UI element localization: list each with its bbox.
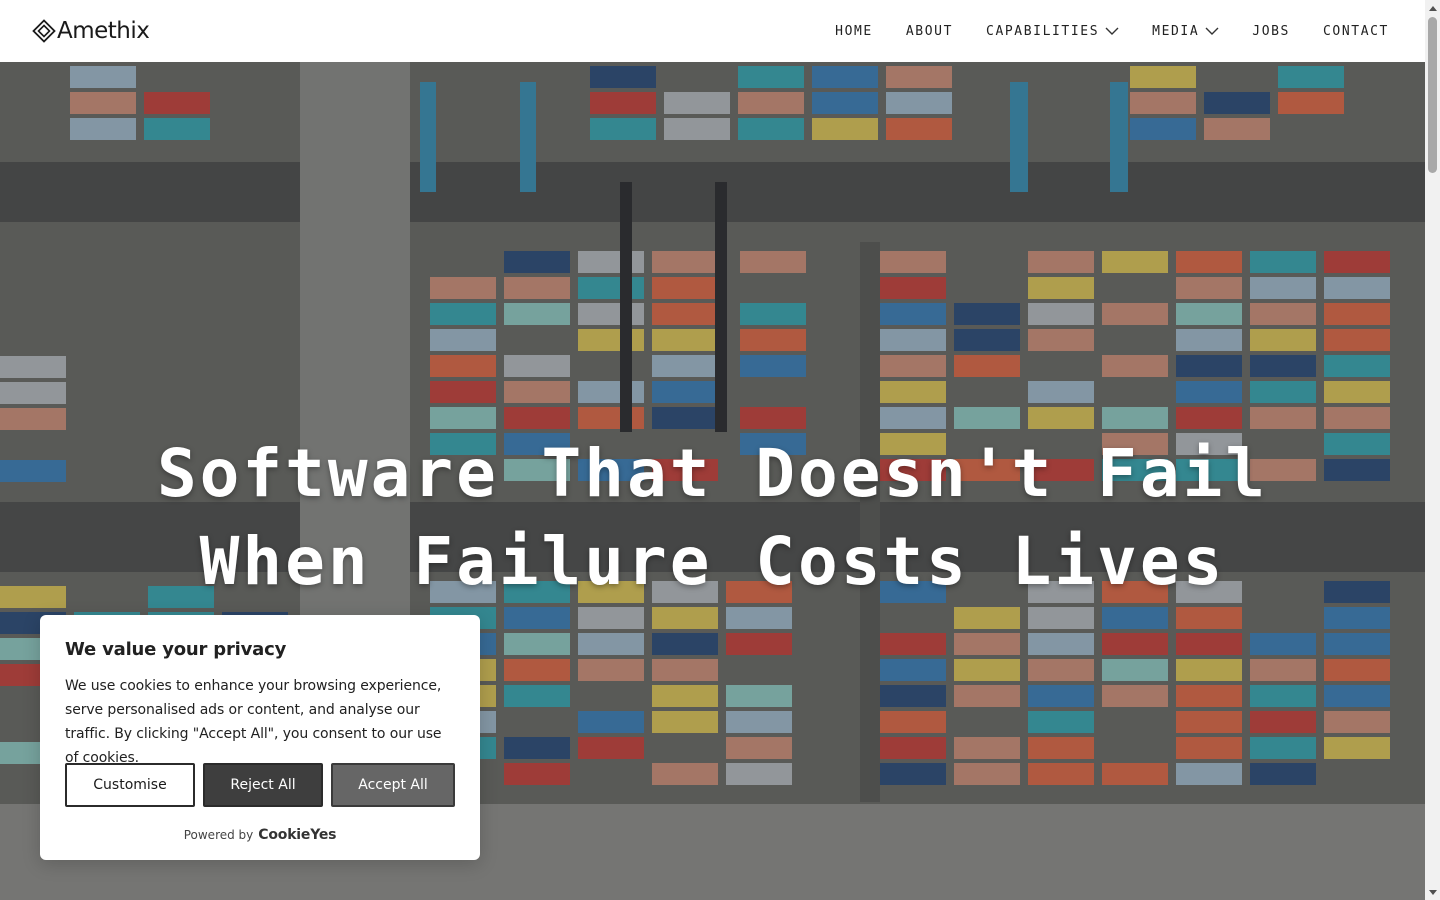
hero-headline: Software That Doesn't Fail When Failure … — [0, 430, 1425, 606]
hero-headline-line-2: When Failure Costs Lives — [199, 523, 1226, 600]
cookieyes-logo[interactable]: CookieYes — [258, 827, 336, 843]
nav-about[interactable]: ABOUT — [906, 24, 953, 39]
cookie-consent-banner: We value your privacy We use cookies to … — [40, 615, 480, 860]
nav-jobs-label: JOBS — [1252, 23, 1290, 39]
nav-home[interactable]: HOME — [835, 24, 873, 39]
nav-media[interactable]: MEDIA — [1152, 24, 1219, 39]
cookie-description: We use cookies to enhance your browsing … — [65, 678, 442, 766]
brand-name: Amethix — [57, 18, 150, 44]
nav-contact[interactable]: CONTACT — [1323, 24, 1389, 39]
nav-about-label: ABOUT — [905, 23, 954, 39]
brand-logo-link[interactable]: Amethix — [32, 18, 150, 44]
nav-capabilities[interactable]: CAPABILITIES — [986, 24, 1119, 39]
scroll-down-icon[interactable] — [1425, 885, 1440, 900]
powered-by-label: Powered by — [183, 828, 254, 842]
nav-home-label: HOME — [835, 23, 873, 39]
reject-all-button[interactable]: Reject All — [203, 763, 323, 807]
cookie-button-group: Customise Reject All Accept All — [65, 763, 455, 807]
customise-button[interactable]: Customise — [65, 763, 195, 807]
hero-headline-line-1: Software That Doesn't Fail — [156, 435, 1269, 512]
scroll-up-icon[interactable] — [1425, 0, 1440, 15]
chevron-down-icon — [1205, 27, 1219, 35]
scroll-thumb[interactable] — [1428, 17, 1437, 173]
nav-capabilities-label: CAPABILITIES — [986, 23, 1100, 39]
page-scrollbar[interactable] — [1425, 0, 1440, 900]
chevron-down-icon — [1105, 27, 1119, 35]
main-nav: HOME ABOUT CAPABILITIES MEDIA JOBS CONTA… — [835, 24, 1389, 39]
diamond-logo-icon — [32, 19, 56, 43]
site-header: Amethix HOME ABOUT CAPABILITIES MEDIA JO… — [0, 0, 1425, 62]
powered-by: Powered by CookieYes — [40, 827, 480, 843]
nav-jobs[interactable]: JOBS — [1252, 24, 1290, 39]
cookie-title: We value your privacy — [65, 639, 287, 660]
nav-media-label: MEDIA — [1152, 23, 1200, 39]
nav-contact-label: CONTACT — [1323, 23, 1389, 39]
accept-all-button[interactable]: Accept All — [331, 763, 455, 807]
